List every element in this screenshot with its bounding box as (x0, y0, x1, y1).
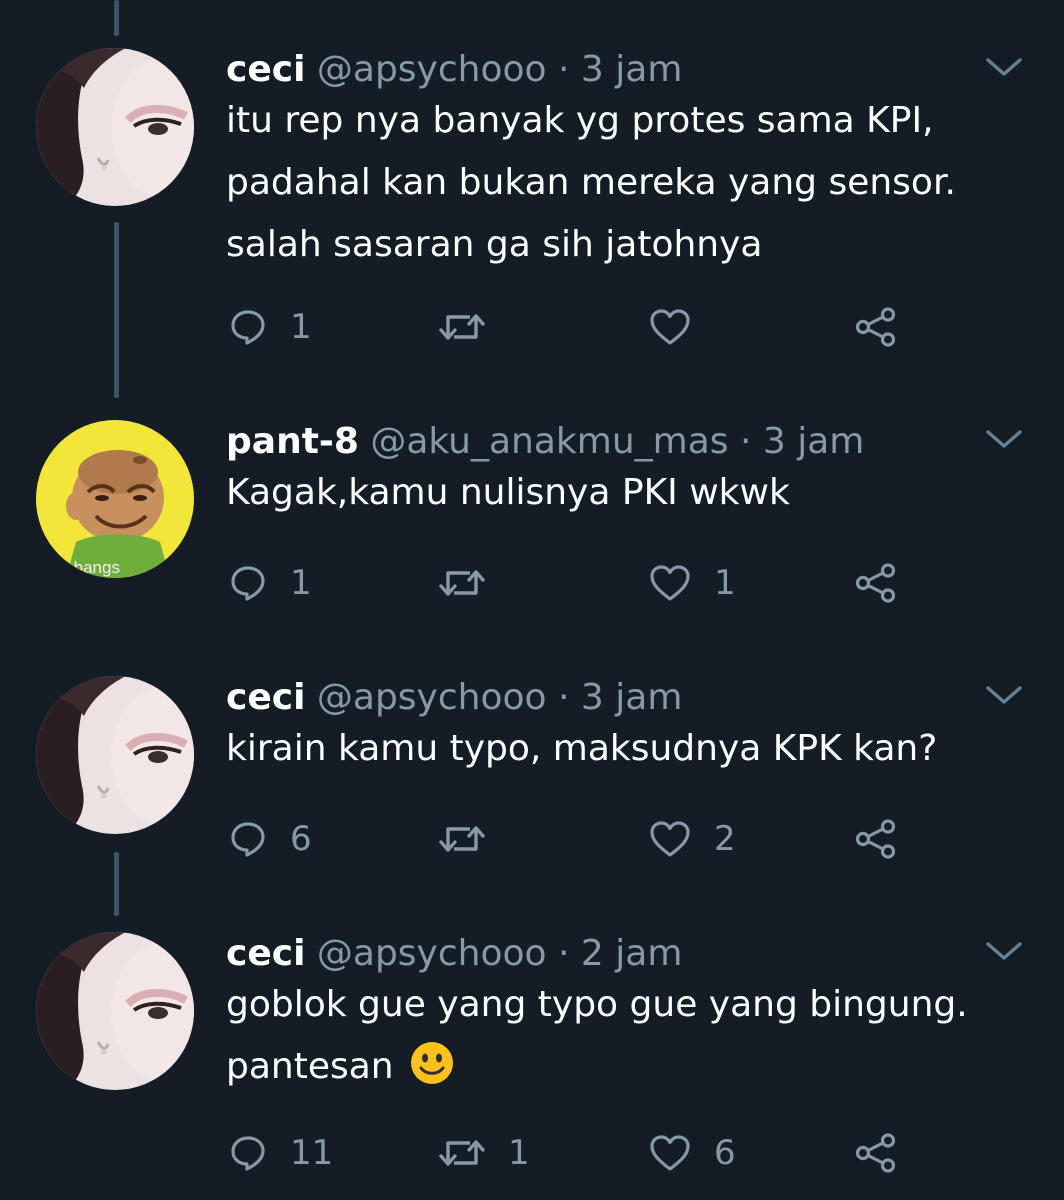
tweet-text: itu rep nya banyak yg protes sama KPI, p… (226, 90, 956, 276)
tweet-text-line: salah sasaran ga sih jatohnya (226, 224, 763, 265)
reply-count: 11 (290, 1133, 334, 1173)
reply-icon (228, 563, 268, 603)
thread-line (114, 222, 119, 398)
tweet-header: pant-8 @aku_anakmu_mas · 3 jam (226, 420, 864, 464)
tweet-text-line-with-emoji: pantesan (226, 1036, 968, 1098)
retweet-icon (438, 307, 486, 347)
retweet-button[interactable] (438, 814, 486, 864)
display-name[interactable]: ceci (226, 677, 305, 718)
heart-icon (648, 563, 692, 603)
share-icon (854, 819, 898, 859)
like-count: 6 (714, 1133, 736, 1173)
display-name[interactable]: pant-8 (226, 421, 359, 462)
avatar[interactable]: aa bangs (36, 420, 194, 578)
like-button[interactable]: 2 (648, 814, 736, 864)
share-icon (854, 307, 898, 347)
tweet-text-line: itu rep nya banyak yg protes sama KPI, (226, 100, 934, 141)
chevron-down-icon[interactable] (984, 426, 1024, 454)
separator-dot: · (558, 677, 570, 718)
reply-icon (228, 1133, 268, 1173)
retweet-button[interactable] (438, 302, 486, 352)
like-count: 1 (714, 563, 736, 603)
retweet-icon (438, 819, 486, 859)
reply-button[interactable]: 11 (228, 1128, 333, 1178)
timestamp[interactable]: 2 jam (581, 933, 682, 974)
tweet-text-line: pantesan (226, 1046, 394, 1087)
display-name[interactable]: ceci (226, 933, 305, 974)
like-button[interactable]: 1 (648, 558, 736, 608)
reply-icon (228, 819, 268, 859)
display-name[interactable]: ceci (226, 49, 305, 90)
tweet-header: ceci @apsychooo · 3 jam (226, 676, 682, 720)
share-button[interactable] (854, 302, 898, 352)
reply-count: 1 (290, 563, 312, 603)
reply-count: 1 (290, 307, 312, 347)
reply-count: 6 (290, 819, 312, 859)
retweet-icon (438, 563, 486, 603)
action-bar: 1 1 (226, 558, 926, 608)
timestamp[interactable]: 3 jam (763, 421, 864, 462)
tweet-text-line: goblok gue yang typo gue yang bingung. (226, 984, 968, 1025)
heart-icon (648, 1133, 692, 1173)
chevron-down-icon[interactable] (984, 54, 1024, 82)
retweet-button[interactable]: 1 (438, 1128, 530, 1178)
avatar[interactable] (36, 676, 194, 834)
retweet-count: 1 (508, 1133, 530, 1173)
action-bar: 11 1 6 (226, 1128, 926, 1178)
share-icon (854, 1133, 898, 1173)
tweet-header: ceci @apsychooo · 2 jam (226, 932, 682, 976)
separator-dot: · (558, 49, 570, 90)
reply-button[interactable]: 1 (228, 558, 312, 608)
thread-line (114, 852, 119, 916)
share-button[interactable] (854, 814, 898, 864)
chevron-down-icon[interactable] (984, 682, 1024, 710)
separator-dot: · (739, 421, 752, 462)
like-count: 2 (714, 819, 736, 859)
avatar[interactable] (36, 932, 194, 1090)
retweet-button[interactable] (438, 558, 486, 608)
thread-line (114, 0, 119, 36)
tweet-text-line: padahal kan bukan mereka yang sensor. (226, 162, 956, 203)
action-bar: 6 2 (226, 814, 926, 864)
user-handle[interactable]: @apsychooo (317, 677, 547, 718)
avatar[interactable] (36, 48, 194, 206)
user-handle[interactable]: @apsychooo (317, 49, 547, 90)
like-button[interactable]: 6 (648, 1128, 736, 1178)
user-handle[interactable]: @apsychooo (317, 933, 547, 974)
chevron-down-icon[interactable] (984, 938, 1024, 966)
share-icon (854, 563, 898, 603)
reply-icon (228, 307, 268, 347)
reply-button[interactable]: 6 (228, 814, 312, 864)
reply-button[interactable]: 1 (228, 302, 312, 352)
timestamp[interactable]: 3 jam (581, 677, 682, 718)
heart-icon (648, 819, 692, 859)
user-handle[interactable]: @aku_anakmu_mas (370, 421, 728, 462)
retweet-icon (438, 1133, 486, 1173)
separator-dot: · (558, 933, 570, 974)
tweet-text-line: kirain kamu typo, maksudnya KPK kan? (226, 728, 938, 769)
heart-icon (648, 307, 692, 347)
like-button[interactable] (648, 302, 692, 352)
tweet-text: Kagak,kamu nulisnya PKI wkwk (226, 462, 790, 524)
share-button[interactable] (854, 558, 898, 608)
tweet-text: goblok gue yang typo gue yang bingung. p… (226, 974, 968, 1098)
action-bar: 1 (226, 302, 926, 352)
share-button[interactable] (854, 1128, 898, 1178)
avatar-caption: aa bangs (50, 558, 120, 577)
tweet-header: ceci @apsychooo · 3 jam (226, 48, 682, 92)
timestamp[interactable]: 3 jam (581, 49, 682, 90)
smiling-face-emoji-icon (409, 1040, 455, 1086)
tweet-text: kirain kamu typo, maksudnya KPK kan? (226, 718, 937, 780)
tweet-text-line: Kagak,kamu nulisnya PKI wkwk (226, 472, 790, 513)
